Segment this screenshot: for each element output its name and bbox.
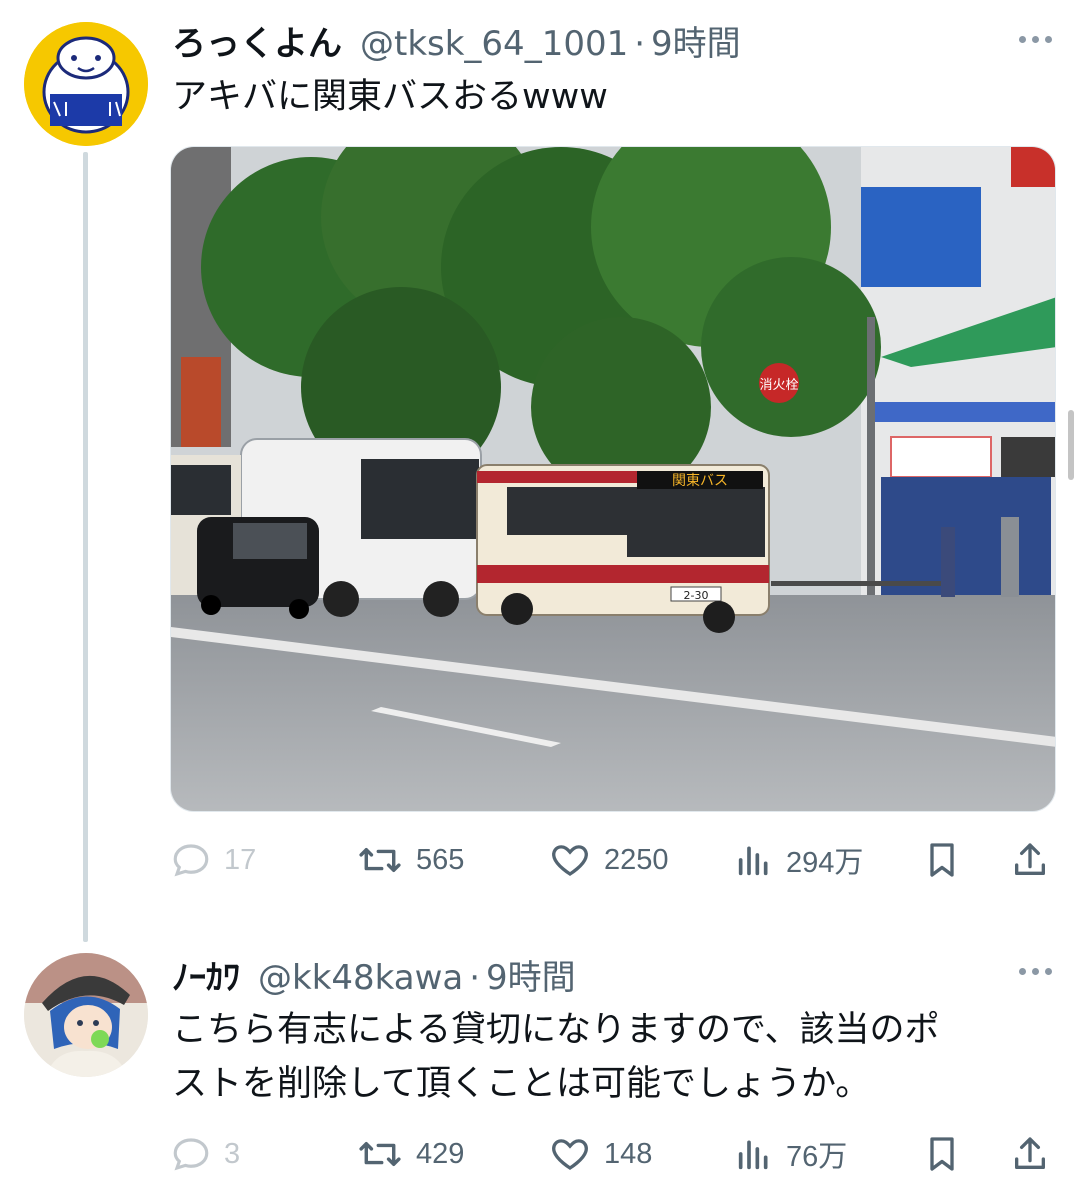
post-action-bar: 17 565 2250 294万 [168,832,1054,888]
bus-plate-text: 2-30 [684,589,709,602]
timestamp[interactable]: 9時間 [486,950,576,999]
reply-icon [173,1138,209,1171]
repost-count: 565 [416,843,465,876]
heart-icon [552,845,588,876]
hydrant-sign-text: 消火栓 [759,378,798,393]
reply-text-line: こちら有志による貸切になりますので、該当のポ [172,1010,940,1050]
separator-dot: · [634,24,646,64]
user-handle[interactable]: @kk48kawa [258,958,463,998]
more-options-icon[interactable] [1019,968,1052,975]
reply-text: こちら有志による貸切になりますので、該当のポ ストを削除して頂くことは可能でしょ… [172,1003,1052,1111]
separator-dot: · [469,958,481,998]
post-text: アキバに関東バスおるwww [172,77,608,117]
more-options-icon[interactable] [1019,36,1052,43]
reply-text-line: ストを削除して頂くことは可能でしょうか。 [172,1064,871,1104]
views-count: 294万 [786,847,864,879]
share-button[interactable] [1010,832,1050,888]
bookmark-button[interactable] [922,832,962,888]
bus-destination-text: 関東バス [672,473,728,489]
avatar[interactable] [24,953,148,1077]
scrollbar[interactable] [1068,410,1074,480]
thread-line [83,152,88,942]
reply-icon [173,844,209,877]
repost-button[interactable]: 565 [356,832,464,888]
post-photo[interactable]: 消火栓 関東バス 2-30 [170,146,1056,812]
reply-header: ﾉｰｶﾜ @kk48kawa · 9時間 [172,950,576,999]
like-count: 2250 [604,843,669,876]
views-button[interactable]: 294万 [734,832,863,888]
repost-button[interactable]: 429 [356,1126,464,1182]
timestamp[interactable]: 9時間 [651,16,741,65]
bookmark-icon [930,1137,954,1171]
reply-count: 17 [224,843,257,876]
repost-icon [359,1141,401,1166]
repost-icon [359,848,401,872]
reply-count: 3 [224,1137,241,1170]
like-button[interactable]: 2250 [548,832,669,888]
views-icon [738,846,768,876]
post-header: ろっくよん @tksk_64_1001 · 9時間 [172,16,741,65]
views-button[interactable]: 76万 [734,1126,847,1182]
views-icon [738,1140,768,1170]
share-button[interactable] [1010,1126,1050,1182]
reply-button[interactable]: 17 [170,832,256,888]
bookmark-button[interactable] [922,1126,962,1182]
reply-button[interactable]: 3 [170,1126,240,1182]
share-icon [1015,1137,1045,1169]
heart-icon [552,1139,588,1170]
bookmark-icon [930,843,954,877]
share-icon [1015,843,1045,875]
avatar[interactable] [24,22,148,146]
display-name[interactable]: ﾉｰｶﾜ [172,950,240,999]
user-handle[interactable]: @tksk_64_1001 [360,24,628,64]
display-name[interactable]: ろっくよん [172,16,342,65]
like-count: 148 [604,1137,653,1170]
like-button[interactable]: 148 [548,1126,652,1182]
views-count: 76万 [786,1141,848,1173]
reply-action-bar: 3 429 148 76万 [168,1126,1054,1182]
repost-count: 429 [416,1137,465,1170]
